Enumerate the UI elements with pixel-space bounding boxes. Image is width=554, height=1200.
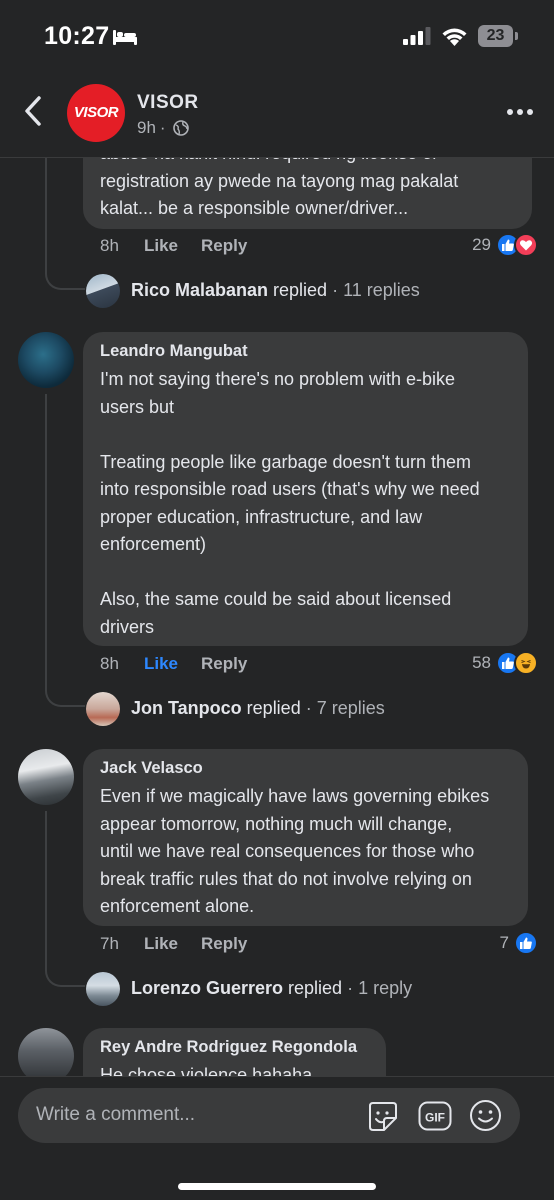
globe-icon <box>172 120 189 136</box>
view-replies-link[interactable]: Jon Tanpoco replied · 7 replies <box>131 698 385 719</box>
comment-author[interactable]: Rey Andre Rodriguez Regondola <box>100 1038 369 1057</box>
svg-text:GIF: GIF <box>425 1111 445 1125</box>
reaction-count: 58 <box>472 653 491 672</box>
reaction-summary[interactable]: 7 <box>500 931 538 955</box>
comment-actions: 8h Like Reply <box>100 236 247 256</box>
comment-bubble[interactable]: Leandro Mangubat I'm not saying there's … <box>83 332 528 646</box>
avatar[interactable] <box>18 332 74 388</box>
thread-line <box>45 811 47 965</box>
reaction-summary[interactable]: 29 <box>472 233 538 257</box>
replied-label: replied <box>246 698 301 718</box>
avatar[interactable] <box>86 692 120 726</box>
back-chevron-icon[interactable] <box>20 94 48 128</box>
comment-actions: 8h Like Reply <box>100 654 247 674</box>
replied-label: replied <box>288 978 343 998</box>
comment-actions: 7h Like Reply <box>100 934 247 954</box>
thread-line <box>45 394 47 685</box>
wifi-icon <box>442 28 467 46</box>
comment-bubble[interactable]: Rey Andre Rodriguez Regondola He chose v… <box>83 1028 386 1076</box>
status-bar: 10:27 23 <box>0 0 554 72</box>
comments-feed[interactable]: abuse na kahit hindi required ng license… <box>0 158 554 1076</box>
comment-text: abuse na kahit hindi required ng license… <box>100 158 459 218</box>
status-time: 10:27 <box>44 22 110 50</box>
love-reaction-icon <box>514 233 538 257</box>
reply-count: · 7 replies <box>305 698 385 718</box>
comment-text: He chose violence hahaha <box>100 1065 313 1076</box>
reaction-summary[interactable]: 58 <box>472 651 538 675</box>
replied-label: replied <box>273 280 328 300</box>
reply-button[interactable]: Reply <box>201 236 247 256</box>
meta-separator: · <box>159 118 166 137</box>
battery-tip <box>515 32 518 40</box>
view-replies-link[interactable]: Lorenzo Guerrero replied · 1 reply <box>131 978 412 999</box>
sticker-icon[interactable] <box>366 1100 400 1133</box>
thread-connector <box>45 965 85 987</box>
avatar[interactable] <box>18 749 74 805</box>
page-avatar[interactable]: VISOR <box>67 84 125 142</box>
composer-bar: Write a comment... GIF <box>0 1076 554 1200</box>
reply-count: · 11 replies <box>332 280 420 300</box>
comment-bubble[interactable]: Jack Velasco Even if we magically have l… <box>83 749 528 926</box>
home-indicator[interactable] <box>178 1183 376 1190</box>
reply-author-name: Lorenzo Guerrero <box>131 978 284 998</box>
comment-time: 8h <box>100 654 119 673</box>
gif-icon[interactable]: GIF <box>418 1101 452 1131</box>
comment-text: I'm not saying there's no problem with e… <box>100 369 480 637</box>
post-meta: 9h · <box>137 118 189 138</box>
comment-author[interactable]: Leandro Mangubat <box>100 342 511 361</box>
avatar[interactable] <box>86 972 120 1006</box>
comment-time: 8h <box>100 236 119 255</box>
reaction-count: 29 <box>472 235 491 254</box>
like-reaction-icon <box>514 931 538 955</box>
comment-text: Even if we magically have laws governing… <box>100 786 490 916</box>
reply-button[interactable]: Reply <box>201 934 247 954</box>
thread-connector <box>45 268 85 290</box>
like-button[interactable]: Like <box>144 654 201 674</box>
comment-bubble[interactable]: abuse na kahit hindi required ng license… <box>83 158 532 229</box>
like-button[interactable]: Like <box>144 934 201 954</box>
comment-placeholder: Write a comment... <box>36 1104 196 1125</box>
thread-line <box>45 158 47 268</box>
comment-time: 7h <box>100 934 119 953</box>
avatar[interactable] <box>18 1028 74 1076</box>
reply-author-name: Jon Tanpoco <box>131 698 242 718</box>
reply-author-name: Rico Malabanan <box>131 280 269 300</box>
battery-level: 23 <box>478 25 513 47</box>
reaction-count: 7 <box>499 933 509 952</box>
reply-button[interactable]: Reply <box>201 654 247 674</box>
like-button[interactable]: Like <box>144 236 201 256</box>
emoji-icon[interactable] <box>469 1099 502 1132</box>
haha-reaction-icon <box>514 651 538 675</box>
page-name[interactable]: VISOR <box>137 92 199 114</box>
thread-connector <box>45 685 85 707</box>
view-replies-link[interactable]: Rico Malabanan replied · 11 replies <box>131 280 420 301</box>
cellular-signal-icon <box>403 27 431 45</box>
post-header: VISOR VISOR 9h · <box>0 72 554 158</box>
reply-count: · 1 reply <box>347 978 413 998</box>
avatar[interactable] <box>86 274 120 308</box>
more-options-icon[interactable] <box>506 108 534 116</box>
post-age: 9h <box>137 118 156 137</box>
battery-indicator: 23 <box>478 25 518 47</box>
comment-author[interactable]: Jack Velasco <box>100 759 511 778</box>
comment-input[interactable]: Write a comment... GIF <box>18 1088 520 1143</box>
sleep-focus-icon <box>113 30 137 45</box>
